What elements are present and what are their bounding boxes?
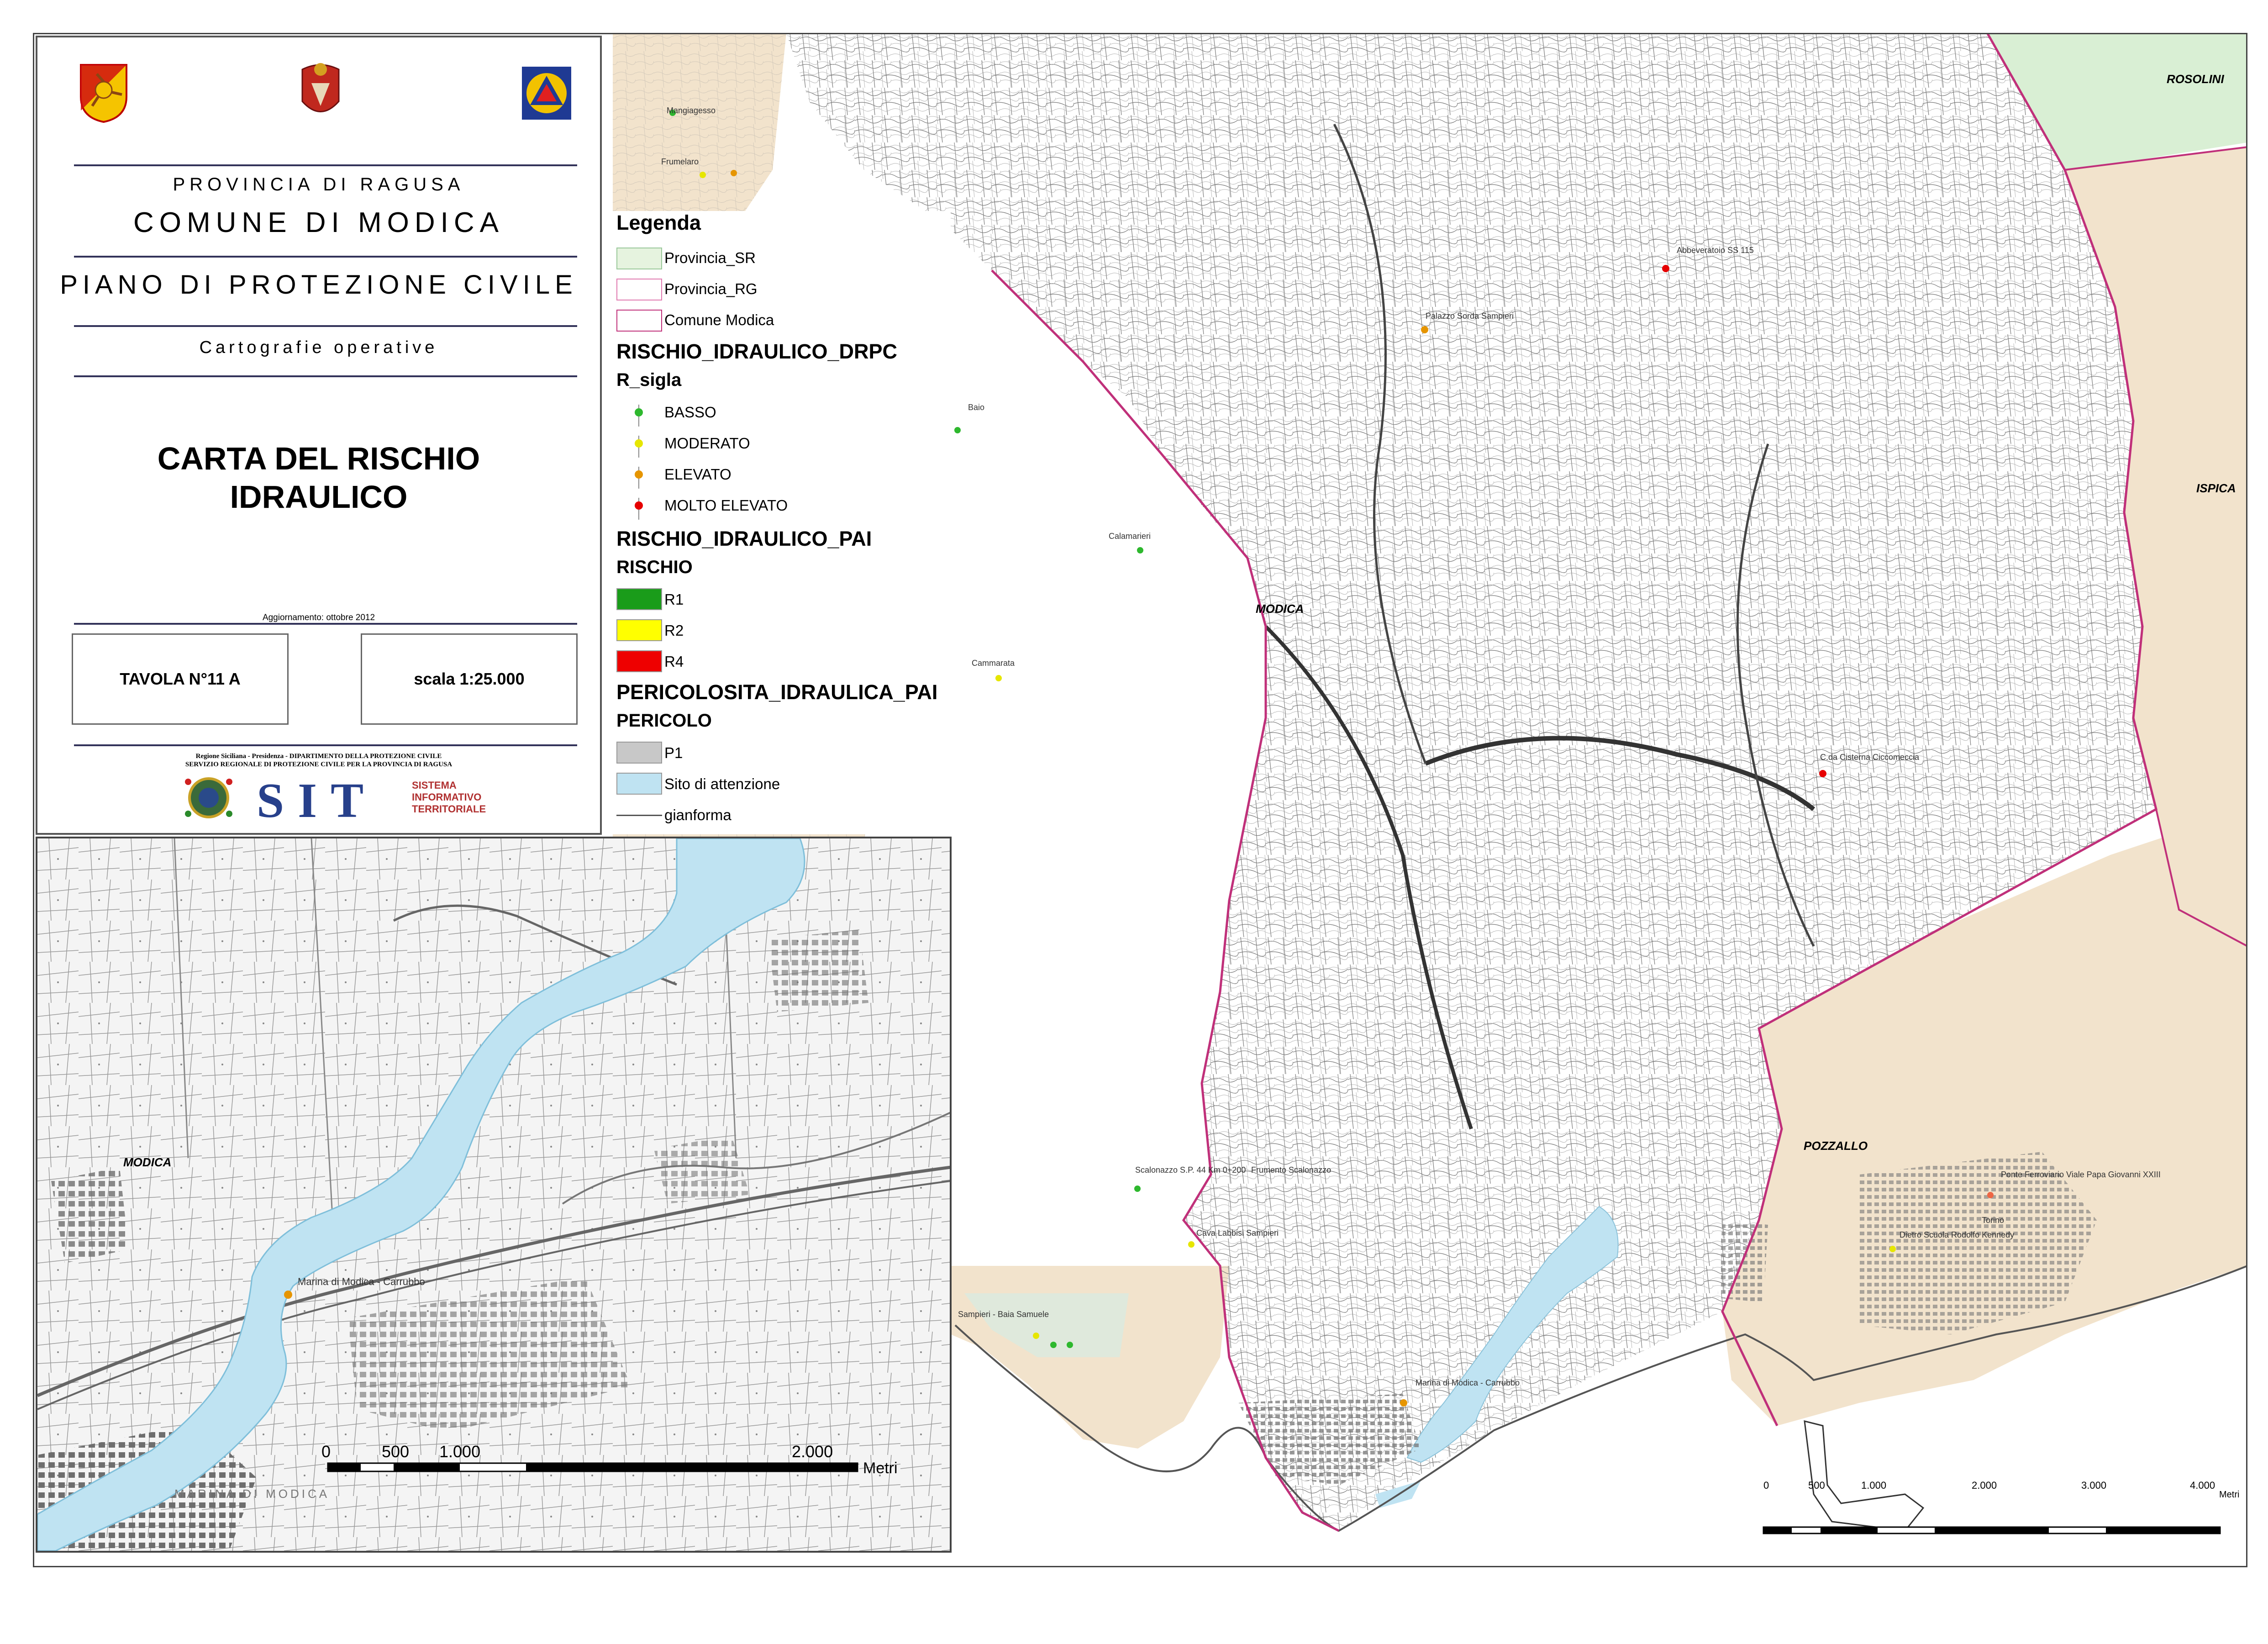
map-frame	[33, 33, 2247, 1567]
